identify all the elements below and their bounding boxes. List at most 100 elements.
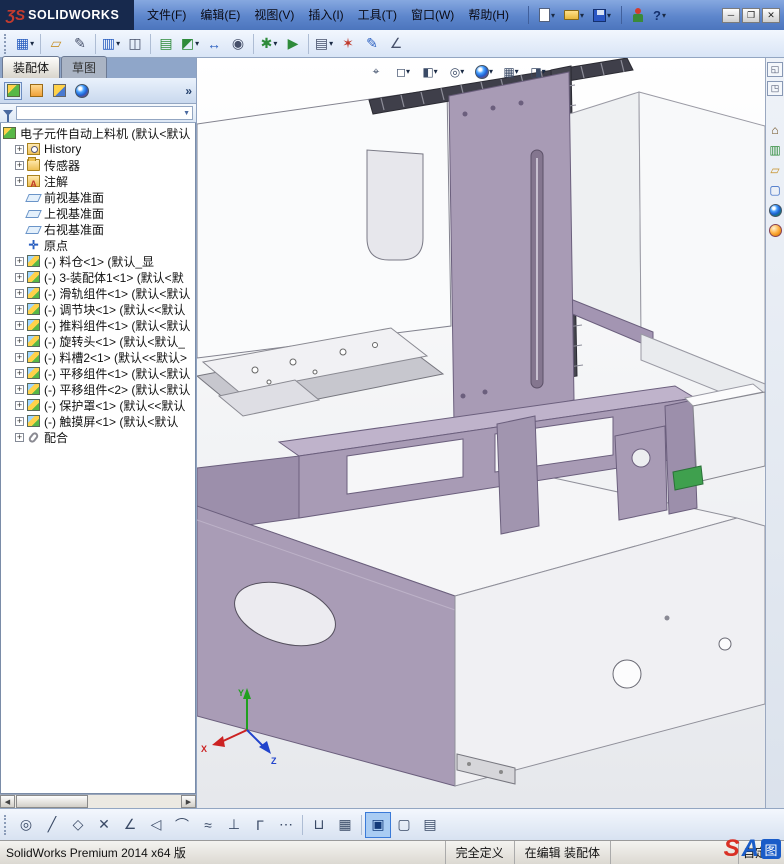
expand-icon[interactable]: + [15, 160, 24, 170]
tree-item-origin[interactable]: ✛ 原点 [3, 237, 195, 253]
tree-item-mates[interactable]: + 配合 [3, 429, 195, 445]
tree-item-component[interactable]: + (-) 料仓<1> (默认_显 [3, 253, 195, 269]
expand-icon[interactable]: + [15, 320, 24, 330]
scrollbar-thumb[interactable] [16, 795, 88, 808]
expand-icon[interactable]: + [15, 288, 24, 298]
edit-component-button[interactable]: ✎ [68, 32, 92, 56]
tree-item-component[interactable]: + (-) 3-装配体1<1> (默认<默 [3, 269, 195, 285]
chevron-down-icon[interactable]: ▾ [30, 39, 34, 48]
grid-button[interactable]: ▦ [332, 812, 358, 838]
slot-button[interactable]: ⊔ [306, 812, 332, 838]
measure-button[interactable]: ∠ [384, 32, 408, 56]
scroll-left-arrow[interactable]: ◀ [0, 795, 15, 808]
expand-icon[interactable]: + [15, 336, 24, 346]
configurationmanager-button[interactable] [50, 82, 68, 100]
minimize-button[interactable]: ─ [722, 7, 740, 23]
tab-sketch[interactable]: 草图 [61, 56, 108, 78]
tree-item-component[interactable]: + (-) 滑轨组件<1> (默认<默认 [3, 285, 195, 301]
assembly-features-button[interactable]: ✱ ▾ [257, 32, 281, 56]
toolbar-grip[interactable] [4, 33, 9, 54]
expand-icon[interactable]: + [15, 176, 24, 186]
close-button[interactable]: ✕ [762, 7, 780, 23]
show-hide-button[interactable]: ◉ [226, 32, 250, 56]
menu-file[interactable]: 文件(F) [140, 0, 193, 30]
chevron-down-icon[interactable]: ▾ [116, 39, 120, 48]
compare-documents-button[interactable]: ◫ [123, 32, 147, 56]
exploded-view-button[interactable]: ✶ [336, 32, 360, 56]
expand-icon[interactable]: + [15, 144, 24, 154]
save-button[interactable]: ▾ [590, 6, 614, 25]
tree-item-front-plane[interactable]: 前视基准面 [3, 189, 195, 205]
tree-item-component[interactable]: + (-) 保护罩<1> (默认<<默认 [3, 397, 195, 413]
toolbar-grip[interactable] [4, 814, 9, 835]
expand-icon[interactable]: + [15, 400, 24, 410]
expand-icon[interactable]: + [15, 416, 24, 426]
chevron-down-icon[interactable]: ▾ [607, 11, 611, 20]
two-view-button[interactable]: ▢ [391, 812, 417, 838]
edit-appearance-button[interactable]: ▾ [473, 62, 495, 81]
insert-component-button[interactable]: ◩ ▾ [178, 32, 202, 56]
tree-item-top-plane[interactable]: 上视基准面 [3, 205, 195, 221]
tree-root[interactable]: 电子元件自动上料机 (默认<默认 [3, 125, 195, 141]
four-view-button[interactable]: ▤ [417, 812, 443, 838]
expand-icon[interactable]: + [15, 304, 24, 314]
propertymanager-button[interactable] [27, 82, 45, 100]
chevron-down-icon[interactable]: ▾ [551, 11, 555, 20]
more-tools-button[interactable]: ⋯ [273, 812, 299, 838]
view-settings-button[interactable]: ◨ ▾ [527, 62, 549, 81]
tree-item-component[interactable]: + (-) 旋转头<1> (默认<默认_ [3, 333, 195, 349]
design-table-button[interactable]: ▤ [154, 32, 178, 56]
menu-insert[interactable]: 插入(I) [301, 0, 350, 30]
single-view-button[interactable]: ▣ [365, 811, 391, 838]
custom-properties-button[interactable] [767, 222, 783, 238]
tree-horizontal-scrollbar[interactable]: ◀ ▶ [0, 794, 196, 808]
angle-button[interactable]: ∠ [117, 812, 143, 838]
graphics-viewport[interactable]: Y X Z ⌖ ◻ ▾ ◧ ▾ ◎ ▾ ▾ ▦ ▾ ◨ ▾ [197, 58, 765, 808]
new-document-button[interactable]: ▾ [536, 5, 558, 25]
home-button[interactable]: ⌂ [767, 122, 783, 138]
tree-item-history[interactable]: + History [3, 141, 195, 157]
delete-button[interactable]: ✕ [91, 812, 117, 838]
menu-help[interactable]: 帮助(H) [461, 0, 516, 30]
apply-scene-button[interactable]: ▦ ▾ [500, 62, 522, 81]
chevron-down-icon[interactable]: ▾ [542, 67, 546, 76]
zoom-fit-button[interactable]: ⌖ [365, 62, 387, 81]
display-style-button[interactable]: ◧ ▾ [419, 62, 441, 81]
help-button[interactable]: ? ▾ [650, 5, 669, 26]
tree-item-component[interactable]: + (-) 料槽2<1> (默认<<默认> [3, 349, 195, 365]
filter-icon[interactable] [3, 110, 13, 122]
tree-item-component[interactable]: + (-) 触摸屏<1> (默认<默认 [3, 413, 195, 429]
tree-item-sensors[interactable]: + 传感器 [3, 157, 195, 173]
chevron-down-icon[interactable]: ▼ [183, 110, 190, 117]
chevron-down-icon[interactable]: ▾ [489, 67, 493, 76]
collapse-panel-button[interactable]: ◱ [767, 62, 783, 77]
restore-panel-button[interactable]: ◳ [767, 81, 783, 96]
smart-dimension-button[interactable]: ◎ [13, 812, 39, 838]
line-button[interactable]: ╱ [39, 812, 65, 838]
tree-item-component[interactable]: + (-) 推料组件<1> (默认<默认 [3, 317, 195, 333]
chevron-down-icon[interactable]: ▾ [515, 67, 519, 76]
back-wall-part[interactable] [197, 87, 452, 359]
chevron-down-icon[interactable]: ▾ [195, 39, 199, 48]
sketch-button[interactable]: ✎ [360, 32, 384, 56]
scroll-right-arrow[interactable]: ▶ [181, 795, 196, 808]
motion-study-button[interactable]: ▶ [281, 32, 305, 56]
expand-icon[interactable]: + [15, 352, 24, 362]
support-post-part[interactable] [496, 415, 540, 535]
expand-icon[interactable]: + [15, 256, 24, 266]
expand-icon[interactable]: + [15, 368, 24, 378]
tree-item-component[interactable]: + (-) 调节块<1> (默认<<默认 [3, 301, 195, 317]
columns-button[interactable]: ▥ ▾ [99, 32, 123, 56]
hide-show-items-button[interactable]: ◎ ▾ [446, 62, 468, 81]
perpendicular-button[interactable]: ⊥ [221, 812, 247, 838]
chevron-down-icon[interactable]: ▾ [580, 11, 584, 20]
tower-part[interactable] [448, 71, 575, 425]
appearances-button[interactable] [73, 82, 91, 100]
spline-button[interactable]: ≈ [195, 812, 221, 838]
view-orientation-button[interactable]: ◻ ▾ [392, 62, 414, 81]
open-folder-button[interactable]: ▱ [44, 32, 68, 56]
mate-button[interactable]: ↔ [202, 32, 226, 56]
arrow-button[interactable]: ◁ [143, 812, 169, 838]
tab-assembly[interactable]: 装配体 [2, 56, 61, 78]
cad-model-canvas[interactable]: Y X Z [197, 58, 765, 808]
